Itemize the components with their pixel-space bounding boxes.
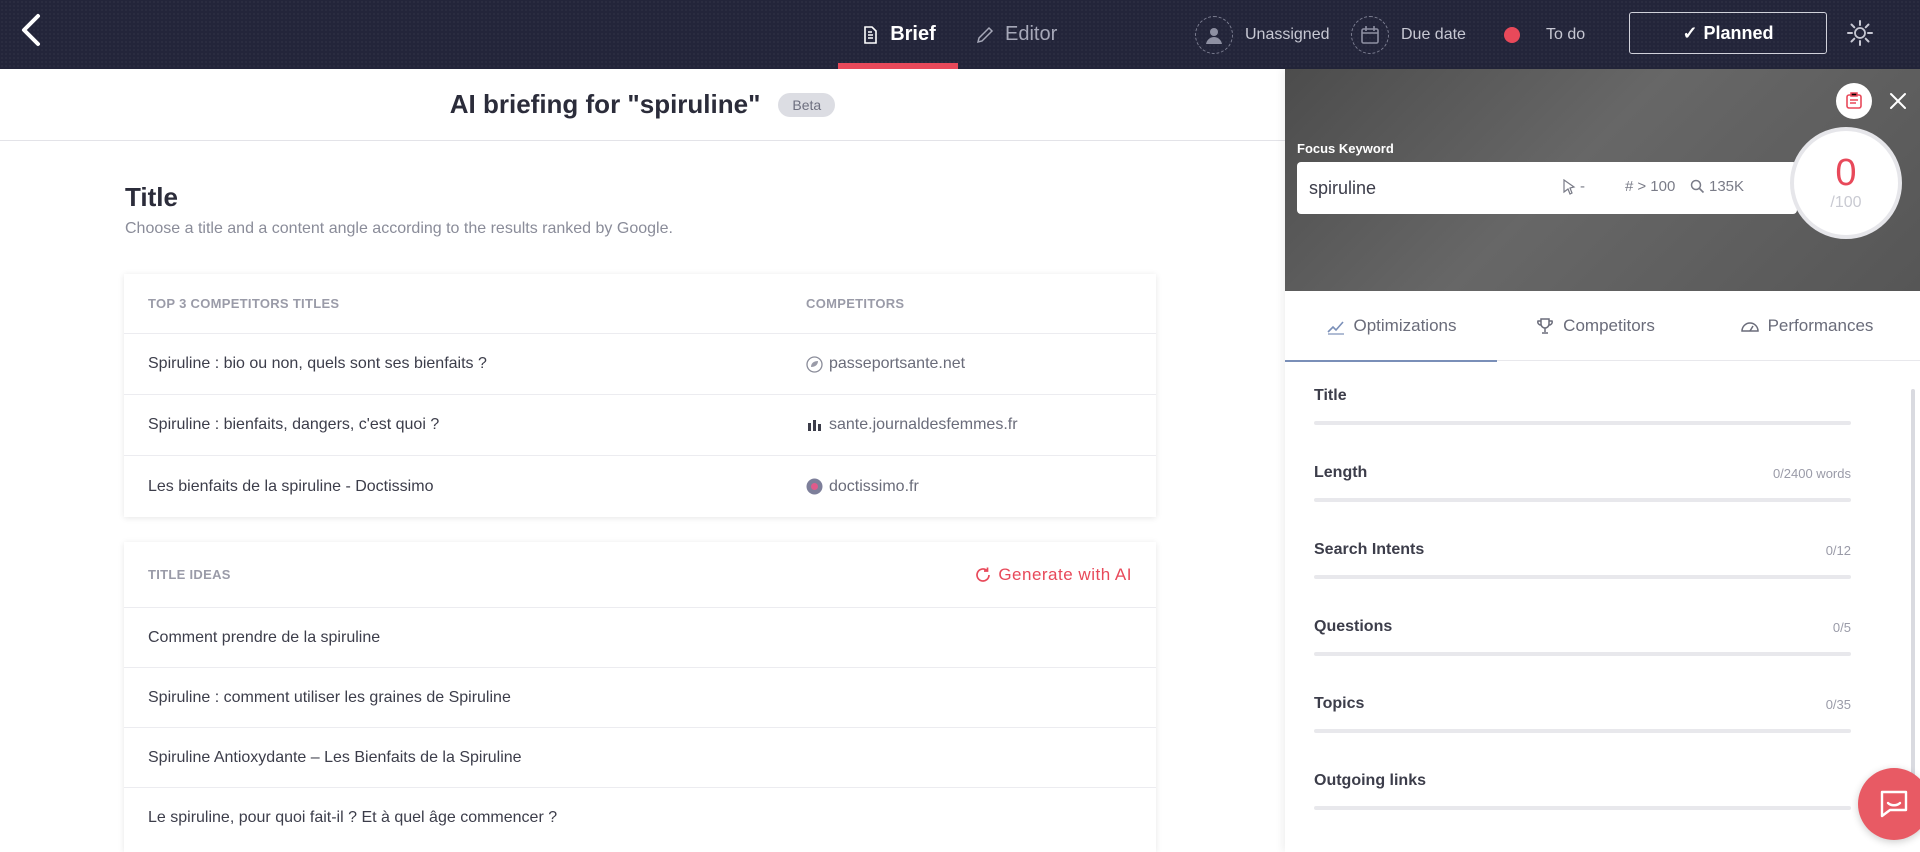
checklist-item-topics[interactable]: Topics 0/35 [1314, 669, 1851, 746]
table-header: TOP 3 COMPETITORS TITLES COMPETITORS [124, 274, 1156, 334]
list-item[interactable]: Comment prendre de la spiruline [124, 608, 1156, 668]
progress-bar [1314, 575, 1851, 579]
cursor-icon [1563, 178, 1576, 195]
section-subtitle: Choose a title and a content angle accor… [125, 220, 673, 237]
calendar-icon [1351, 15, 1389, 54]
optimization-panel: Focus Keyword spiruline - # > 100 135K 0… [1285, 69, 1920, 852]
due-date-selector[interactable]: Due date [1351, 0, 1466, 69]
progress-bar [1314, 652, 1851, 656]
competitor-title: Les bienfaits de la spiruline - Doctissi… [148, 477, 434, 495]
trend-icon [1326, 321, 1344, 335]
title-idea: Spiruline Antioxydante – Les Bienfaits d… [148, 748, 522, 766]
progress-bar [1314, 806, 1851, 810]
volume-stat: 135K [1690, 178, 1744, 195]
score-gauge: 0 /100 [1790, 127, 1902, 239]
list-item[interactable]: Le spiruline, pour quoi fait-il ? Et à q… [124, 788, 1156, 848]
keyword-banner: Focus Keyword spiruline - # > 100 135K 0… [1285, 69, 1920, 291]
table-row: Les bienfaits de la spiruline - Doctissi… [124, 456, 1156, 517]
tab-editor[interactable]: Editor [975, 0, 1057, 69]
top-bar: Brief Editor Unassigned Due date To do ✓… [0, 0, 1920, 69]
list-item[interactable]: Spiruline Antioxydante – Les Bienfaits d… [124, 728, 1156, 788]
progress-bar [1314, 498, 1851, 502]
competitor-link[interactable]: sante.journaldesfemmes.fr [806, 416, 1018, 434]
competitor-link[interactable]: passeportsante.net [806, 355, 965, 373]
title-ideas-list: TITLE IDEAS Generate with AI Comment pre… [124, 542, 1156, 852]
planned-label: Planned [1703, 22, 1774, 43]
tab-optimizations[interactable]: Optimizations [1285, 291, 1497, 362]
tab-brief[interactable]: Brief [838, 0, 958, 69]
document-icon [864, 25, 878, 44]
competitor-title: Spiruline : bio ou non, quels sont ses b… [148, 355, 487, 372]
keyword-value: spiruline [1309, 177, 1377, 198]
competitor-domain: passeportsante.net [829, 355, 966, 372]
rank-stat: # > 100 [1625, 178, 1676, 195]
tab-competitors[interactable]: Competitors [1497, 291, 1693, 361]
table-row: Spiruline : bienfaits, dangers, c'est qu… [124, 395, 1156, 456]
checklist-item-search-intents[interactable]: Search Intents 0/12 [1314, 515, 1851, 592]
planned-button[interactable]: ✓ Planned [1629, 12, 1827, 54]
assignee-selector[interactable]: Unassigned [1195, 0, 1330, 69]
check-icon: ✓ [1682, 22, 1698, 43]
jdf-favicon-icon [808, 419, 821, 431]
generate-label: Generate with AI [998, 564, 1132, 584]
checklist-item-outgoing-links[interactable]: Outgoing links [1314, 746, 1851, 823]
trophy-icon [1537, 318, 1554, 334]
beta-badge: Beta [778, 92, 836, 117]
column-header-competitors: COMPETITORS [806, 296, 905, 311]
optimization-checklist: Title Length 0/2400 words Search Intents… [1314, 361, 1851, 823]
gear-icon[interactable] [1845, 18, 1875, 48]
panel-scrollbar[interactable] [1911, 389, 1915, 779]
competitor-link[interactable]: doctissimo.fr [806, 478, 919, 496]
close-icon[interactable] [1884, 87, 1912, 115]
clicks-stat: - [1562, 178, 1585, 195]
search-icon [1690, 179, 1705, 194]
brief-header: AI briefing for "spiruline" Beta [0, 69, 1285, 141]
title-ideas-heading: TITLE IDEAS [148, 567, 231, 582]
title-ideas-header: TITLE IDEAS Generate with AI [124, 542, 1156, 608]
column-header-titles: TOP 3 COMPETITORS TITLES [148, 296, 340, 311]
focus-keyword-label: Focus Keyword [1297, 141, 1394, 156]
due-date-label: Due date [1401, 25, 1466, 43]
panel-tabs: Optimizations Competitors Performances [1285, 291, 1920, 362]
title-idea: Le spiruline, pour quoi fait-il ? Et à q… [148, 809, 558, 826]
back-arrow-icon[interactable] [14, 12, 50, 48]
tab-editor-label: Editor [1005, 23, 1058, 45]
gauge-icon [1740, 322, 1759, 332]
page-title: AI briefing for "spiruline" [449, 89, 761, 119]
title-idea: Comment prendre de la spiruline [148, 628, 381, 646]
competitor-title: Spiruline : bienfaits, dangers, c'est qu… [148, 416, 440, 433]
chat-icon [1880, 790, 1908, 818]
generate-with-ai-button[interactable]: Generate with AI [974, 565, 1132, 585]
chat-launcher-button[interactable] [1858, 768, 1920, 840]
pencil-icon [976, 26, 994, 43]
status-dot [1504, 26, 1520, 43]
competitors-titles-table: TOP 3 COMPETITORS TITLES COMPETITORS Spi… [124, 274, 1156, 517]
checklist-item-title[interactable]: Title [1314, 361, 1851, 438]
table-row: Spiruline : bio ou non, quels sont ses b… [124, 334, 1156, 395]
user-icon [1195, 15, 1233, 54]
refresh-icon [976, 567, 991, 582]
tab-performances[interactable]: Performances [1693, 291, 1920, 361]
progress-bar [1314, 421, 1851, 425]
focus-keyword-field[interactable]: spiruline - # > 100 135K [1297, 162, 1797, 214]
score-max: /100 [1830, 194, 1862, 211]
checklist-item-length[interactable]: Length 0/2400 words [1314, 438, 1851, 515]
status-selector[interactable]: To do [1504, 0, 1585, 69]
progress-bar [1314, 729, 1851, 733]
tab-brief-label: Brief [890, 23, 936, 45]
section-title: Title [125, 182, 178, 212]
score-value: 0 [1835, 152, 1857, 194]
clipboard-icon[interactable] [1836, 83, 1872, 119]
doctissimo-favicon-icon [806, 478, 823, 495]
status-label: To do [1546, 25, 1586, 43]
title-idea: Spiruline : comment utiliser les graines… [148, 688, 511, 706]
assignee-label: Unassigned [1245, 25, 1330, 43]
list-item[interactable]: Spiruline : comment utiliser les graines… [124, 668, 1156, 728]
checklist-item-questions[interactable]: Questions 0/5 [1314, 592, 1851, 669]
competitor-domain: doctissimo.fr [829, 477, 919, 495]
leaf-favicon-icon [806, 355, 823, 373]
competitor-domain: sante.journaldesfemmes.fr [829, 416, 1018, 433]
hash-icon: # [1625, 178, 1634, 195]
